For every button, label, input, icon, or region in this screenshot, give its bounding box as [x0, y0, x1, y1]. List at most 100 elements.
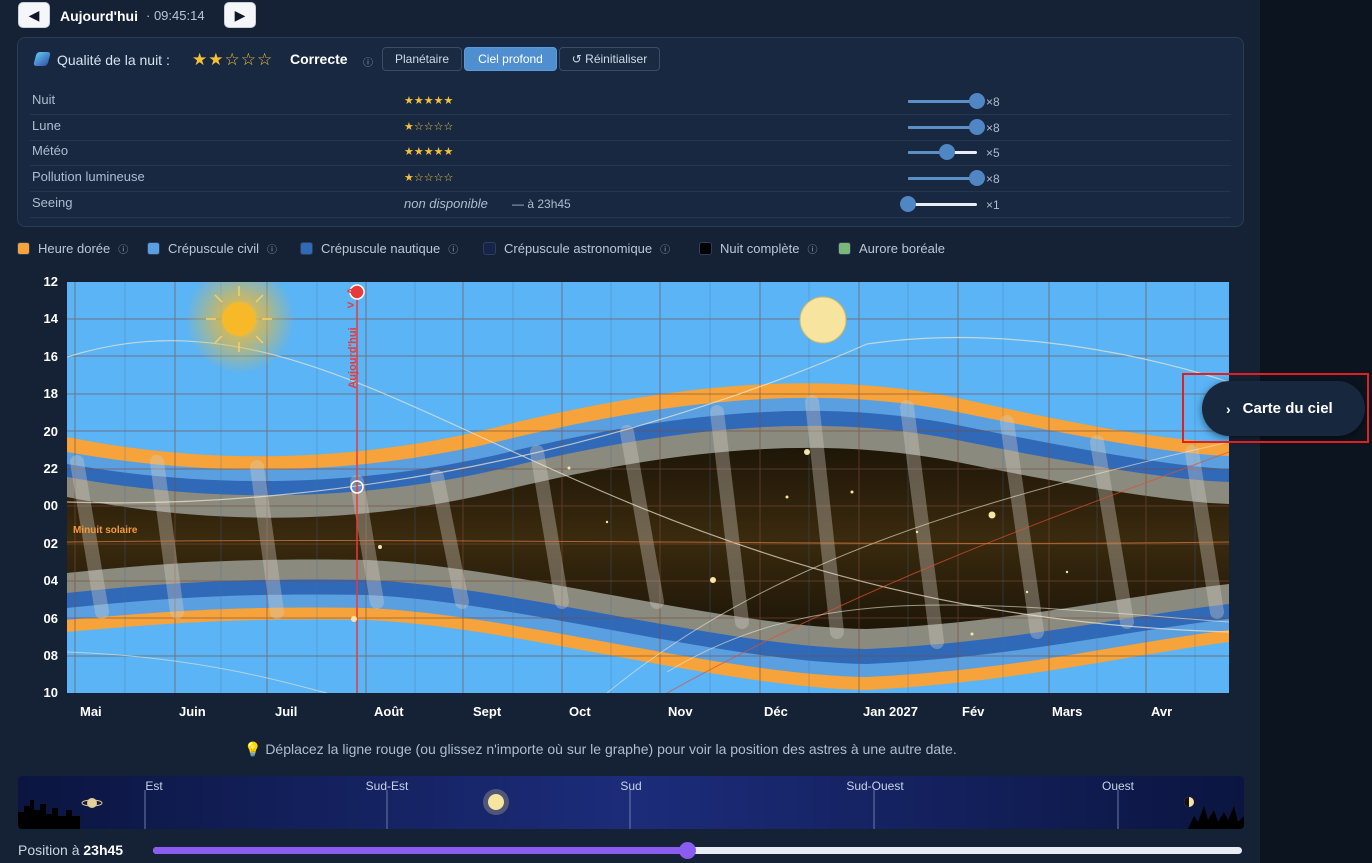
legend-swatch [699, 241, 712, 255]
x-tick-label: Sept [473, 704, 502, 719]
direction-label: Est [145, 779, 163, 793]
x-tick-label: Déc [764, 704, 788, 719]
info-icon[interactable]: ⓘ [118, 241, 128, 256]
y-tick-label: 18 [43, 386, 58, 402]
planetary-button[interactable]: Planétaire [382, 47, 462, 71]
row-multiplier: ×8 [986, 121, 1000, 135]
weight-slider-knob[interactable] [939, 144, 956, 160]
position-prefix: Position à [18, 842, 80, 858]
legend-item[interactable]: Heure dorée ⓘ [17, 239, 128, 257]
row-name: Pollution lumineuse [32, 169, 145, 184]
x-tick-label: Juin [179, 704, 206, 719]
quality-row: Pollution lumineuse ★☆☆☆☆ ×8 [30, 165, 1231, 192]
position-slider-knob[interactable] [678, 842, 696, 859]
legend-label: Nuit complète [720, 240, 800, 256]
weight-slider[interactable] [908, 144, 977, 160]
legend-label: Crépuscule civil [168, 240, 260, 256]
position-slider-fill [153, 847, 687, 854]
row-name: Lune [32, 118, 61, 133]
legend-label: Heure dorée [38, 240, 111, 256]
reset-button[interactable]: ↺ Réinitialiser [559, 47, 660, 71]
position-label: Position à 23h45 [18, 842, 123, 858]
deep-sky-button[interactable]: Ciel profond [464, 47, 557, 71]
legend-item[interactable]: Crépuscule civil ⓘ [147, 239, 277, 257]
legend-swatch [147, 241, 160, 255]
quality-value: Correcte [290, 51, 348, 67]
row-name: Nuit [32, 92, 56, 107]
next-day-button[interactable]: ▶ [224, 2, 256, 28]
direction-label: Sud-Ouest [846, 779, 904, 793]
highlight-box [1182, 373, 1369, 443]
row-time: — à 23h45 [512, 197, 571, 211]
x-tick-label: Mai [80, 704, 102, 719]
row-value: non disponible [404, 196, 488, 211]
weight-slider-fill [908, 177, 977, 180]
y-tick-label: 12 [43, 274, 58, 289]
prev-day-button[interactable]: ◀ [18, 2, 50, 28]
x-tick-label: Août [374, 704, 404, 719]
quality-label: Qualité de la nuit : [57, 52, 170, 68]
row-multiplier: ×8 [986, 95, 1000, 109]
direction-label: Sud-Est [365, 779, 409, 793]
legend-label: Aurore boréale [859, 240, 945, 256]
x-tick-label: Jan 2027 [863, 704, 918, 719]
row-stars: ★☆☆☆☆ [404, 121, 454, 133]
legend-item[interactable]: Crépuscule nautique ⓘ [300, 239, 458, 257]
weight-slider[interactable] [908, 170, 985, 186]
x-tick-label: Oct [569, 704, 591, 719]
legend-item[interactable]: Nuit complète ⓘ [699, 239, 817, 257]
weight-slider-knob[interactable] [969, 93, 985, 109]
quality-stars: ★★☆☆☆ [192, 50, 274, 69]
legend-label: Crépuscule nautique [321, 240, 441, 256]
row-multiplier: ×5 [986, 146, 1000, 160]
today-label: Aujourd'hui [347, 327, 359, 389]
row-multiplier: ×1 [986, 198, 1000, 212]
x-tick-label: Avr [1151, 704, 1173, 719]
sky-horizon-strip[interactable]: Est Sud-Est Sud Sud-Ouest Ouest [18, 776, 1244, 829]
position-slider[interactable] [153, 842, 1242, 859]
weight-slider[interactable] [908, 119, 985, 135]
solar-midnight-label: Minuit solaire [73, 525, 138, 536]
weight-slider-knob[interactable] [969, 170, 985, 186]
y-tick-label: 22 [43, 461, 58, 476]
row-name: Météo [32, 143, 69, 158]
y-tick-label: 08 [43, 648, 58, 663]
weight-slider[interactable] [908, 93, 985, 109]
weight-slider-fill [908, 126, 977, 129]
info-icon[interactable]: ⓘ [807, 241, 817, 256]
y-tick-label: 00 [43, 498, 58, 514]
position-time: 23h45 [83, 842, 124, 858]
info-icon[interactable]: ⓘ [448, 241, 458, 256]
weight-slider-knob[interactable] [969, 119, 985, 135]
legend-item[interactable]: Crépuscule astronomique ⓘ [483, 239, 670, 257]
info-icon[interactable]: ⓘ [363, 54, 373, 69]
y-tick-label: 10 [43, 685, 58, 701]
row-multiplier: ×8 [986, 172, 1000, 186]
quality-row: Nuit ★★★★★ ×8 [30, 88, 1231, 115]
info-icon[interactable]: ⓘ [660, 241, 670, 256]
legend-swatch [300, 241, 313, 255]
row-stars: ★★★★★ [404, 95, 454, 107]
row-stars: ★☆☆☆☆ [404, 172, 454, 184]
y-tick-label: 14 [43, 311, 58, 327]
legend-item[interactable]: Aurore boréale [838, 239, 945, 257]
ephemeris-chart[interactable]: < > Aujourd'hui Minuit solaire [67, 282, 1229, 693]
date-title: Aujourd'hui [60, 8, 138, 24]
x-tick-label: Juil [275, 704, 298, 719]
row-name: Seeing [32, 195, 73, 210]
info-icon[interactable]: ⓘ [267, 241, 277, 256]
legend-swatch [838, 241, 851, 255]
legend-swatch [17, 241, 30, 255]
weight-slider-knob[interactable] [900, 196, 916, 212]
current-time: · 09:45:14 [146, 8, 205, 23]
quality-row: Météo ★★★★★ ×5 [30, 139, 1231, 166]
y-tick-label: 04 [43, 573, 58, 589]
weight-slider[interactable] [900, 196, 977, 212]
row-stars: ★★★★★ [404, 146, 454, 158]
x-tick-label: Mars [1052, 704, 1083, 719]
x-tick-label: Fév [962, 704, 985, 719]
main-area: ◀ Aujourd'hui · 09:45:14 ▶ Qualité de la… [0, 0, 1260, 863]
legend-swatch [483, 241, 496, 255]
weight-slider-fill [908, 100, 977, 103]
quality-row: Seeing non disponible — à 23h45 ×1 [30, 191, 1231, 218]
